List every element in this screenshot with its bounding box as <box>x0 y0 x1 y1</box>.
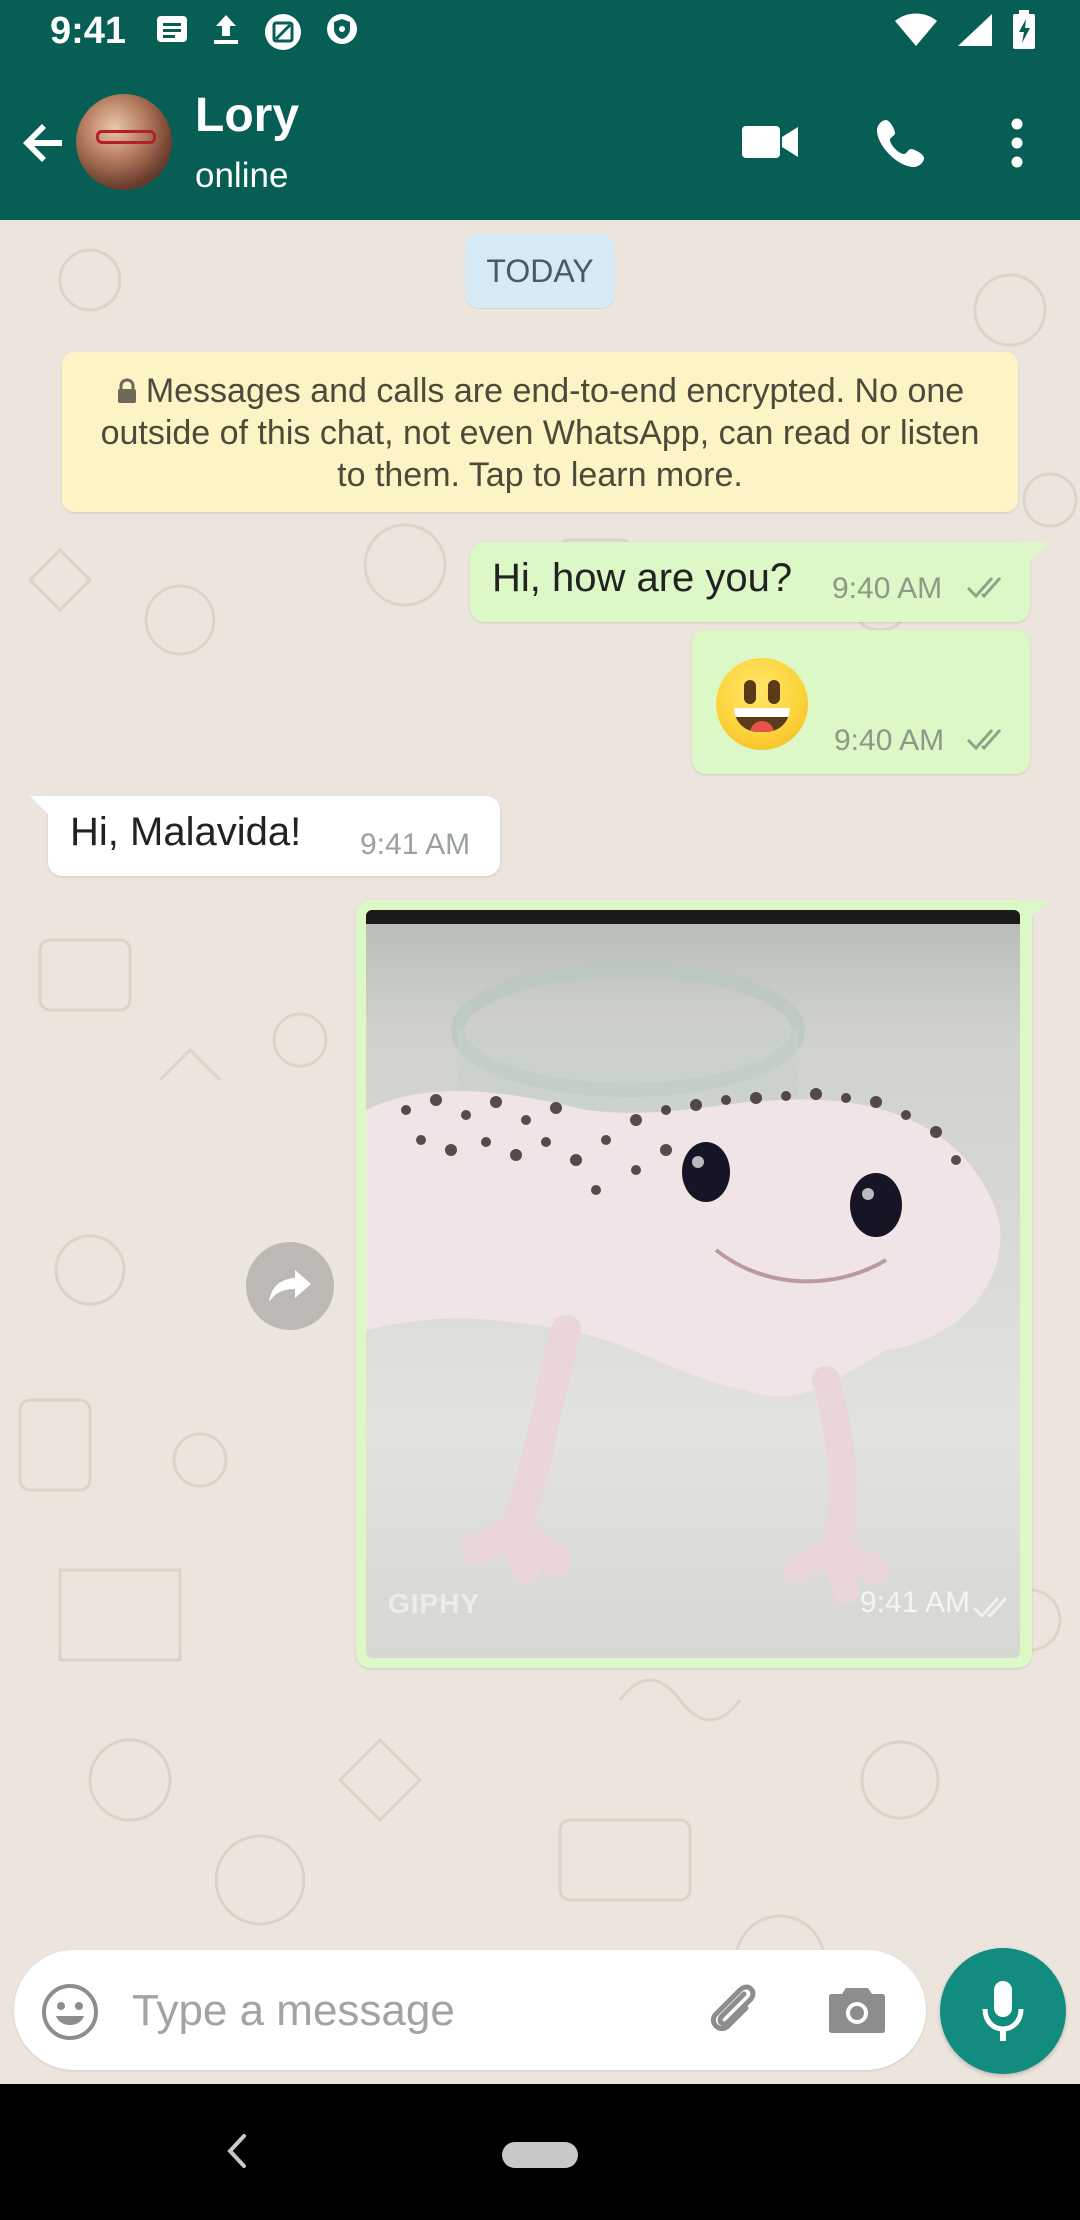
message-notification-icon <box>157 16 187 42</box>
contact-status: online <box>195 156 289 195</box>
video-call-icon[interactable] <box>740 122 800 162</box>
chat-area[interactable]: TODAY Messages and calls are end-to-end … <box>0 220 1080 2084</box>
message-bubble-outgoing[interactable]: Hi, how are you? 9:40 AM <box>470 542 1030 622</box>
notification-icons <box>155 12 359 52</box>
message-time: 9:41 AM <box>360 828 471 861</box>
mic-icon <box>982 1981 1024 2041</box>
battery-icon <box>1013 10 1035 49</box>
message-time: 9:40 AM <box>832 572 943 605</box>
emoji-icon[interactable] <box>40 1982 100 2042</box>
system-navigation-bar <box>0 2084 1080 2220</box>
camera-icon[interactable] <box>828 1984 886 2034</box>
encryption-notice-text: Messages and calls are end-to-end encryp… <box>100 372 980 494</box>
upload-icon <box>214 15 238 44</box>
more-vert-icon[interactable] <box>1007 118 1027 168</box>
encryption-notice[interactable]: Messages and calls are end-to-end encryp… <box>62 352 1018 512</box>
paperclip-icon[interactable] <box>704 1980 764 2040</box>
gif-message-bubble[interactable]: GIPHY 9:41 AM <box>356 900 1032 1668</box>
back-arrow-icon[interactable] <box>20 118 70 168</box>
double-check-icon <box>972 1597 1008 1619</box>
date-chip: TODAY <box>465 234 615 308</box>
giphy-watermark: GIPHY <box>388 1588 481 1619</box>
message-composer <box>14 1950 926 2070</box>
bubble-tail <box>1020 542 1048 564</box>
bubble-tail <box>1020 900 1048 922</box>
forward-icon <box>269 1270 311 1302</box>
status-time: 9:41 <box>50 10 127 52</box>
phone-icon[interactable] <box>874 116 928 170</box>
signal-icon <box>958 14 992 46</box>
message-time: 9:41 AM <box>859 1586 970 1619</box>
system-icons <box>894 10 1036 50</box>
message-text: Hi, Malavida! <box>70 810 302 854</box>
chat-header: Lory online <box>0 66 1080 220</box>
message-input[interactable] <box>130 1976 694 2046</box>
gecko-illustration <box>366 963 1001 1604</box>
screenshot-icon <box>265 14 301 50</box>
wifi-icon <box>895 13 937 46</box>
avatar[interactable] <box>76 94 172 190</box>
nav-back-icon[interactable] <box>222 2126 252 2176</box>
mic-button[interactable] <box>940 1948 1066 2074</box>
bubble-tail <box>30 796 58 818</box>
message-text: Hi, how are you? <box>492 556 793 600</box>
lock-icon <box>117 378 136 403</box>
avatar-glasses <box>96 130 156 144</box>
message-time: 9:40 AM <box>834 724 945 757</box>
forward-button[interactable] <box>246 1242 334 1330</box>
grinning-face-emoji <box>716 658 808 750</box>
gif-image[interactable] <box>366 910 1020 1658</box>
contact-name[interactable]: Lory <box>195 88 299 143</box>
double-check-icon <box>966 729 1002 751</box>
double-check-icon <box>966 577 1002 599</box>
status-bar: 9:41 <box>0 0 1080 66</box>
nav-home-pill[interactable] <box>502 2142 578 2168</box>
message-bubble-incoming[interactable]: Hi, Malavida! 9:41 AM <box>48 796 500 876</box>
vpn-shield-icon <box>327 14 357 44</box>
